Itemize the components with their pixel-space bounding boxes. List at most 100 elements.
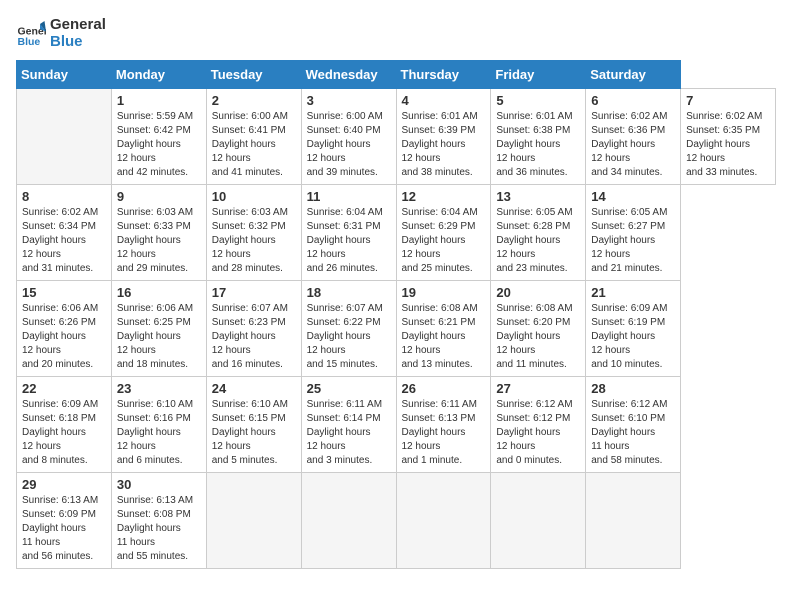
calendar-cell: 26 Sunrise: 6:11 AMSunset: 6:13 PMDayligh… bbox=[396, 377, 491, 473]
calendar-cell: 8 Sunrise: 6:02 AMSunset: 6:34 PMDaylight… bbox=[17, 185, 112, 281]
day-number: 29 bbox=[22, 477, 106, 492]
day-header-sunday: Sunday bbox=[17, 61, 112, 89]
day-number: 20 bbox=[496, 285, 580, 300]
day-info: Sunrise: 6:13 AMSunset: 6:09 PMDaylight … bbox=[22, 494, 106, 564]
calendar-cell bbox=[396, 473, 491, 569]
logo-icon: General Blue bbox=[16, 18, 46, 48]
calendar-cell bbox=[586, 473, 681, 569]
day-info: Sunrise: 6:06 AMSunset: 6:26 PMDaylight … bbox=[22, 302, 106, 372]
day-info: Sunrise: 6:07 AMSunset: 6:23 PMDaylight … bbox=[212, 302, 296, 372]
calendar-week-1: 1 Sunrise: 5:59 AMSunset: 6:42 PMDaylight… bbox=[17, 89, 776, 185]
calendar-cell: 2 Sunrise: 6:00 AMSunset: 6:41 PMDaylight… bbox=[206, 89, 301, 185]
calendar-cell: 19 Sunrise: 6:08 AMSunset: 6:21 PMDayligh… bbox=[396, 281, 491, 377]
day-number: 4 bbox=[402, 93, 486, 108]
calendar-cell: 28 Sunrise: 6:12 AMSunset: 6:10 PMDayligh… bbox=[586, 377, 681, 473]
day-number: 1 bbox=[117, 93, 201, 108]
calendar-cell: 10 Sunrise: 6:03 AMSunset: 6:32 PMDayligh… bbox=[206, 185, 301, 281]
day-info: Sunrise: 6:06 AMSunset: 6:25 PMDaylight … bbox=[117, 302, 201, 372]
day-number: 8 bbox=[22, 189, 106, 204]
day-info: Sunrise: 6:01 AMSunset: 6:38 PMDaylight … bbox=[496, 110, 580, 180]
day-header-thursday: Thursday bbox=[396, 61, 491, 89]
day-number: 3 bbox=[307, 93, 391, 108]
day-number: 12 bbox=[402, 189, 486, 204]
calendar-week-5: 29 Sunrise: 6:13 AMSunset: 6:09 PMDayligh… bbox=[17, 473, 776, 569]
calendar-header-row: SundayMondayTuesdayWednesdayThursdayFrid… bbox=[17, 61, 776, 89]
day-info: Sunrise: 6:02 AMSunset: 6:36 PMDaylight … bbox=[591, 110, 675, 180]
calendar-cell: 13Sunrise: 6:05 AMSunset: 6:28 PMDayligh… bbox=[491, 185, 586, 281]
calendar-week-2: 8 Sunrise: 6:02 AMSunset: 6:34 PMDaylight… bbox=[17, 185, 776, 281]
day-info: Sunrise: 5:59 AMSunset: 6:42 PMDaylight … bbox=[117, 110, 201, 180]
day-info: Sunrise: 6:04 AMSunset: 6:29 PMDaylight … bbox=[402, 206, 486, 276]
calendar-cell: 9 Sunrise: 6:03 AMSunset: 6:33 PMDaylight… bbox=[111, 185, 206, 281]
calendar-cell bbox=[206, 473, 301, 569]
day-info: Sunrise: 6:10 AMSunset: 6:15 PMDaylight … bbox=[212, 398, 296, 468]
day-number: 14 bbox=[591, 189, 675, 204]
calendar-cell: 7Sunrise: 6:02 AMSunset: 6:35 PMDaylight… bbox=[681, 89, 776, 185]
day-number: 21 bbox=[591, 285, 675, 300]
day-info: Sunrise: 6:08 AMSunset: 6:21 PMDaylight … bbox=[402, 302, 486, 372]
day-info: Sunrise: 6:04 AMSunset: 6:31 PMDaylight … bbox=[307, 206, 391, 276]
svg-text:Blue: Blue bbox=[18, 36, 41, 48]
calendar-cell: 11 Sunrise: 6:04 AMSunset: 6:31 PMDayligh… bbox=[301, 185, 396, 281]
day-header-wednesday: Wednesday bbox=[301, 61, 396, 89]
day-number: 19 bbox=[402, 285, 486, 300]
calendar-table: SundayMondayTuesdayWednesdayThursdayFrid… bbox=[16, 60, 776, 569]
calendar-cell bbox=[301, 473, 396, 569]
day-number: 27 bbox=[496, 381, 580, 396]
calendar-cell: 4 Sunrise: 6:01 AMSunset: 6:39 PMDaylight… bbox=[396, 89, 491, 185]
calendar-cell: 30Sunrise: 6:13 AMSunset: 6:08 PMDayligh… bbox=[111, 473, 206, 569]
day-number: 16 bbox=[117, 285, 201, 300]
day-number: 28 bbox=[591, 381, 675, 396]
day-info: Sunrise: 6:05 AMSunset: 6:27 PMDaylight … bbox=[591, 206, 675, 276]
day-number: 30 bbox=[117, 477, 201, 492]
day-header-tuesday: Tuesday bbox=[206, 61, 301, 89]
day-header-friday: Friday bbox=[491, 61, 586, 89]
calendar-cell: 23 Sunrise: 6:10 AMSunset: 6:16 PMDayligh… bbox=[111, 377, 206, 473]
day-info: Sunrise: 6:10 AMSunset: 6:16 PMDaylight … bbox=[117, 398, 201, 468]
calendar-body: 1 Sunrise: 5:59 AMSunset: 6:42 PMDaylight… bbox=[17, 89, 776, 569]
day-number: 7 bbox=[686, 93, 770, 108]
calendar-cell bbox=[17, 89, 112, 185]
day-number: 15 bbox=[22, 285, 106, 300]
calendar-cell: 6 Sunrise: 6:02 AMSunset: 6:36 PMDaylight… bbox=[586, 89, 681, 185]
logo-text-general: General bbox=[50, 16, 106, 33]
day-info: Sunrise: 6:11 AMSunset: 6:14 PMDaylight … bbox=[307, 398, 391, 468]
day-number: 24 bbox=[212, 381, 296, 396]
calendar-cell: 14 Sunrise: 6:05 AMSunset: 6:27 PMDayligh… bbox=[586, 185, 681, 281]
logo: General Blue General Blue bbox=[16, 16, 106, 50]
calendar-cell: 27 Sunrise: 6:12 AMSunset: 6:12 PMDayligh… bbox=[491, 377, 586, 473]
calendar-cell: 15 Sunrise: 6:06 AMSunset: 6:26 PMDayligh… bbox=[17, 281, 112, 377]
day-info: Sunrise: 6:00 AMSunset: 6:41 PMDaylight … bbox=[212, 110, 296, 180]
day-info: Sunrise: 6:09 AMSunset: 6:19 PMDaylight … bbox=[591, 302, 675, 372]
logo-text-blue: Blue bbox=[50, 33, 106, 50]
day-info: Sunrise: 6:03 AMSunset: 6:32 PMDaylight … bbox=[212, 206, 296, 276]
day-info: Sunrise: 6:02 AMSunset: 6:34 PMDaylight … bbox=[22, 206, 106, 276]
calendar-cell: 1 Sunrise: 5:59 AMSunset: 6:42 PMDaylight… bbox=[111, 89, 206, 185]
day-number: 11 bbox=[307, 189, 391, 204]
day-number: 25 bbox=[307, 381, 391, 396]
day-header-monday: Monday bbox=[111, 61, 206, 89]
day-info: Sunrise: 6:01 AMSunset: 6:39 PMDaylight … bbox=[402, 110, 486, 180]
day-info: Sunrise: 6:05 AMSunset: 6:28 PMDaylight … bbox=[496, 206, 580, 276]
calendar-cell: 29 Sunrise: 6:13 AMSunset: 6:09 PMDayligh… bbox=[17, 473, 112, 569]
calendar-cell: 25 Sunrise: 6:11 AMSunset: 6:14 PMDayligh… bbox=[301, 377, 396, 473]
day-number: 10 bbox=[212, 189, 296, 204]
calendar-cell: 24 Sunrise: 6:10 AMSunset: 6:15 PMDayligh… bbox=[206, 377, 301, 473]
day-number: 2 bbox=[212, 93, 296, 108]
day-info: Sunrise: 6:03 AMSunset: 6:33 PMDaylight … bbox=[117, 206, 201, 276]
day-number: 23 bbox=[117, 381, 201, 396]
calendar-cell: 3Sunrise: 6:00 AMSunset: 6:40 PMDaylight… bbox=[301, 89, 396, 185]
day-info: Sunrise: 6:09 AMSunset: 6:18 PMDaylight … bbox=[22, 398, 106, 468]
calendar-cell: 16 Sunrise: 6:06 AMSunset: 6:25 PMDayligh… bbox=[111, 281, 206, 377]
day-info: Sunrise: 6:12 AMSunset: 6:10 PMDaylight … bbox=[591, 398, 675, 468]
calendar-cell: 18Sunrise: 6:07 AMSunset: 6:22 PMDayligh… bbox=[301, 281, 396, 377]
day-info: Sunrise: 6:07 AMSunset: 6:22 PMDaylight … bbox=[307, 302, 391, 372]
day-number: 9 bbox=[117, 189, 201, 204]
day-info: Sunrise: 6:12 AMSunset: 6:12 PMDaylight … bbox=[496, 398, 580, 468]
day-info: Sunrise: 6:11 AMSunset: 6:13 PMDaylight … bbox=[402, 398, 486, 468]
day-number: 26 bbox=[402, 381, 486, 396]
day-number: 6 bbox=[591, 93, 675, 108]
calendar-cell: 21 Sunrise: 6:09 AMSunset: 6:19 PMDayligh… bbox=[586, 281, 681, 377]
day-info: Sunrise: 6:08 AMSunset: 6:20 PMDaylight … bbox=[496, 302, 580, 372]
day-number: 5 bbox=[496, 93, 580, 108]
